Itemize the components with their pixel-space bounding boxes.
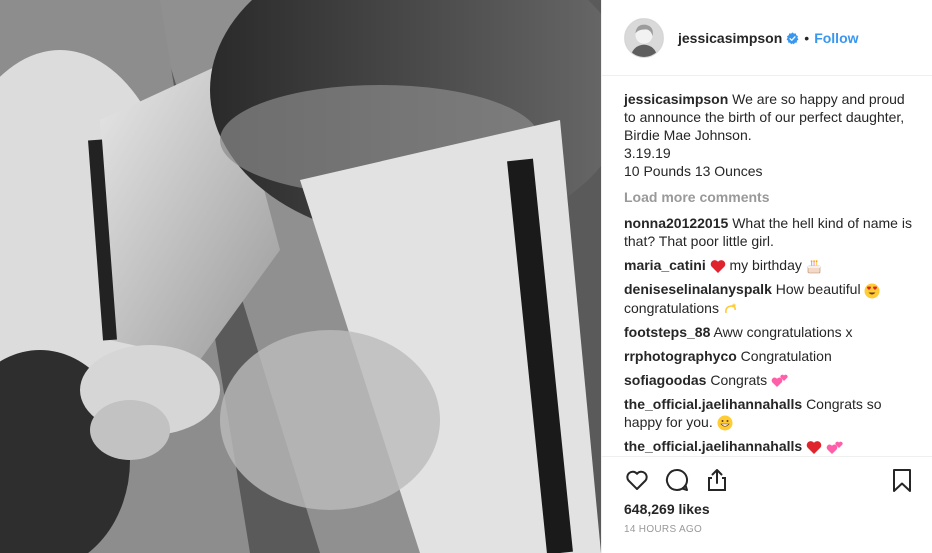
bookmark-icon[interactable] [889,467,915,493]
heart-icon[interactable] [624,467,650,493]
photo-image [0,0,601,553]
two-hearts-emoji-icon [826,440,844,456]
separator-dot: • [804,30,810,46]
verified-badge-icon [786,31,799,45]
dizzy-emoji-icon [723,301,739,317]
comment-item: maria_catini my birthday [624,256,912,274]
comment-username[interactable]: the_official.jaelihannahalls [624,438,802,454]
likes-count[interactable]: 648,269 likes [624,501,710,517]
share-icon[interactable] [704,467,730,493]
post-side-panel: jessicasimpson • Follow jessicasimpson W… [601,0,932,553]
comment-text: How beautiful [775,281,861,298]
caption-username[interactable]: jessicasimpson [624,91,728,107]
comment-username[interactable]: the_official.jaelihannahalls [624,396,802,412]
comment-icon[interactable] [664,467,690,493]
comment-item: deniseselinalanyspalk How beautiful cong… [624,280,912,317]
comment-item: sofiagoodas Congrats [624,371,912,389]
follow-button[interactable]: Follow [814,30,858,46]
comments-section: jessicasimpson We are so happy and proud… [624,90,912,462]
red-heart-emoji-icon [710,259,726,274]
post-photo[interactable] [0,0,601,553]
comment-item: the_official.jaelihannahalls Congrats so… [624,395,912,431]
comment-username[interactable]: sofiagoodas [624,372,706,388]
caption-text-line-3: 10 Pounds 13 Ounces [624,163,763,179]
caption-text-line-2: 3.19.19 [624,145,671,161]
red-heart-emoji-icon [806,440,822,455]
profile-avatar[interactable] [624,18,664,58]
comment-text: Congratulation [740,347,832,364]
post-actions: 648,269 likes 14 HOURS AGO [602,456,932,553]
comment-username[interactable]: nonna20122015 [624,215,728,231]
comment-username[interactable]: deniseselinalanyspalk [624,281,772,297]
comment-item: footsteps_88 Aww congratulations x [624,323,912,341]
comment-text: Congrats [710,371,768,388]
comment-text: my birthday [729,257,802,273]
header-username[interactable]: jessicasimpson [678,30,782,46]
comment-item: rrphotographyco Congratulation [624,347,912,365]
heart-eyes-emoji-icon [864,283,880,299]
post-header: jessicasimpson • Follow [602,0,932,76]
caption: jessicasimpson We are so happy and proud… [624,90,912,180]
two-hearts-emoji-icon [771,373,789,389]
comment-username[interactable]: footsteps_88 [624,324,710,340]
birthday-cake-emoji-icon [806,258,822,274]
post-timestamp[interactable]: 14 HOURS AGO [624,524,702,535]
load-more-comments-button[interactable]: Load more comments [624,188,912,206]
comment-item: nonna20122015 What the hell kind of name… [624,214,912,250]
comment-username[interactable]: maria_catini [624,257,706,273]
grinning-emoji-icon [717,415,733,431]
comment-username[interactable]: rrphotographyco [624,348,737,364]
comment-item: the_official.jaelihannahalls [624,437,912,455]
comment-text: Aww congratulations x [713,323,853,340]
comment-text-2: congratulations [624,299,719,316]
